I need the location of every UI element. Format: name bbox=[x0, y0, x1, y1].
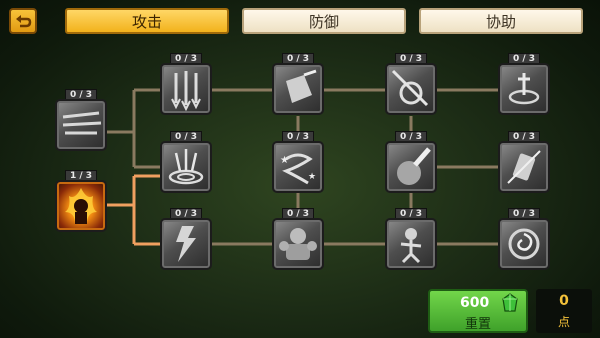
skill-node[interactable]: 0 / 3 bbox=[272, 53, 324, 115]
triple-arrow-icon bbox=[171, 71, 201, 112]
skill-node[interactable]: 0 / 3 bbox=[498, 208, 550, 270]
skill-node[interactable]: 0 / 3 bbox=[385, 53, 437, 115]
spiral-orb-icon bbox=[508, 228, 540, 260]
card-slash-icon bbox=[507, 150, 541, 184]
skill-node[interactable]: 0 / 3 ★ ★ bbox=[272, 131, 324, 193]
skill-node[interactable]: 0 / 3 bbox=[498, 131, 550, 193]
skill-node[interactable]: 0 / 3 bbox=[160, 208, 212, 270]
skill-points: 0 点 bbox=[536, 289, 592, 333]
star-tornado-icon: ★ ★ bbox=[280, 153, 316, 185]
shield-crash-icon bbox=[286, 69, 317, 103]
svg-text:★: ★ bbox=[280, 155, 289, 166]
stone-golem-icon bbox=[279, 228, 317, 260]
points-unit: 点 bbox=[557, 315, 570, 329]
skill-node[interactable]: 0 / 3 bbox=[55, 89, 107, 151]
dancing-spirit-icon bbox=[400, 228, 422, 264]
lightning-beast-icon bbox=[176, 226, 196, 262]
svg-text:★: ★ bbox=[308, 172, 316, 182]
green-gem-icon bbox=[502, 293, 518, 312]
skill-node[interactable]: 0 / 3 bbox=[160, 53, 212, 115]
skill-node[interactable]: 0 / 3 bbox=[498, 53, 550, 115]
points-value: 0 bbox=[559, 293, 569, 309]
skill-node-unlocked[interactable]: 1 / 3 bbox=[55, 170, 107, 232]
skill-node[interactable]: 0 / 3 bbox=[385, 131, 437, 193]
skill-node[interactable]: 0 / 3 bbox=[272, 208, 324, 270]
swirl-figure-icon bbox=[508, 73, 540, 105]
skill-node[interactable]: 0 / 3 bbox=[160, 131, 212, 193]
skill-node[interactable]: 0 / 3 bbox=[385, 208, 437, 270]
ground-vortex-icon bbox=[168, 149, 204, 185]
flame-warrior-icon bbox=[65, 188, 97, 224]
wind-slash-icon bbox=[62, 111, 102, 135]
hammer-strike-icon bbox=[397, 147, 431, 185]
burst-ring-icon bbox=[391, 69, 429, 107]
reset-cost: 600 bbox=[460, 295, 490, 311]
reset-label: 重置 bbox=[464, 317, 491, 332]
reset-button[interactable]: 600 重置 bbox=[428, 289, 528, 333]
